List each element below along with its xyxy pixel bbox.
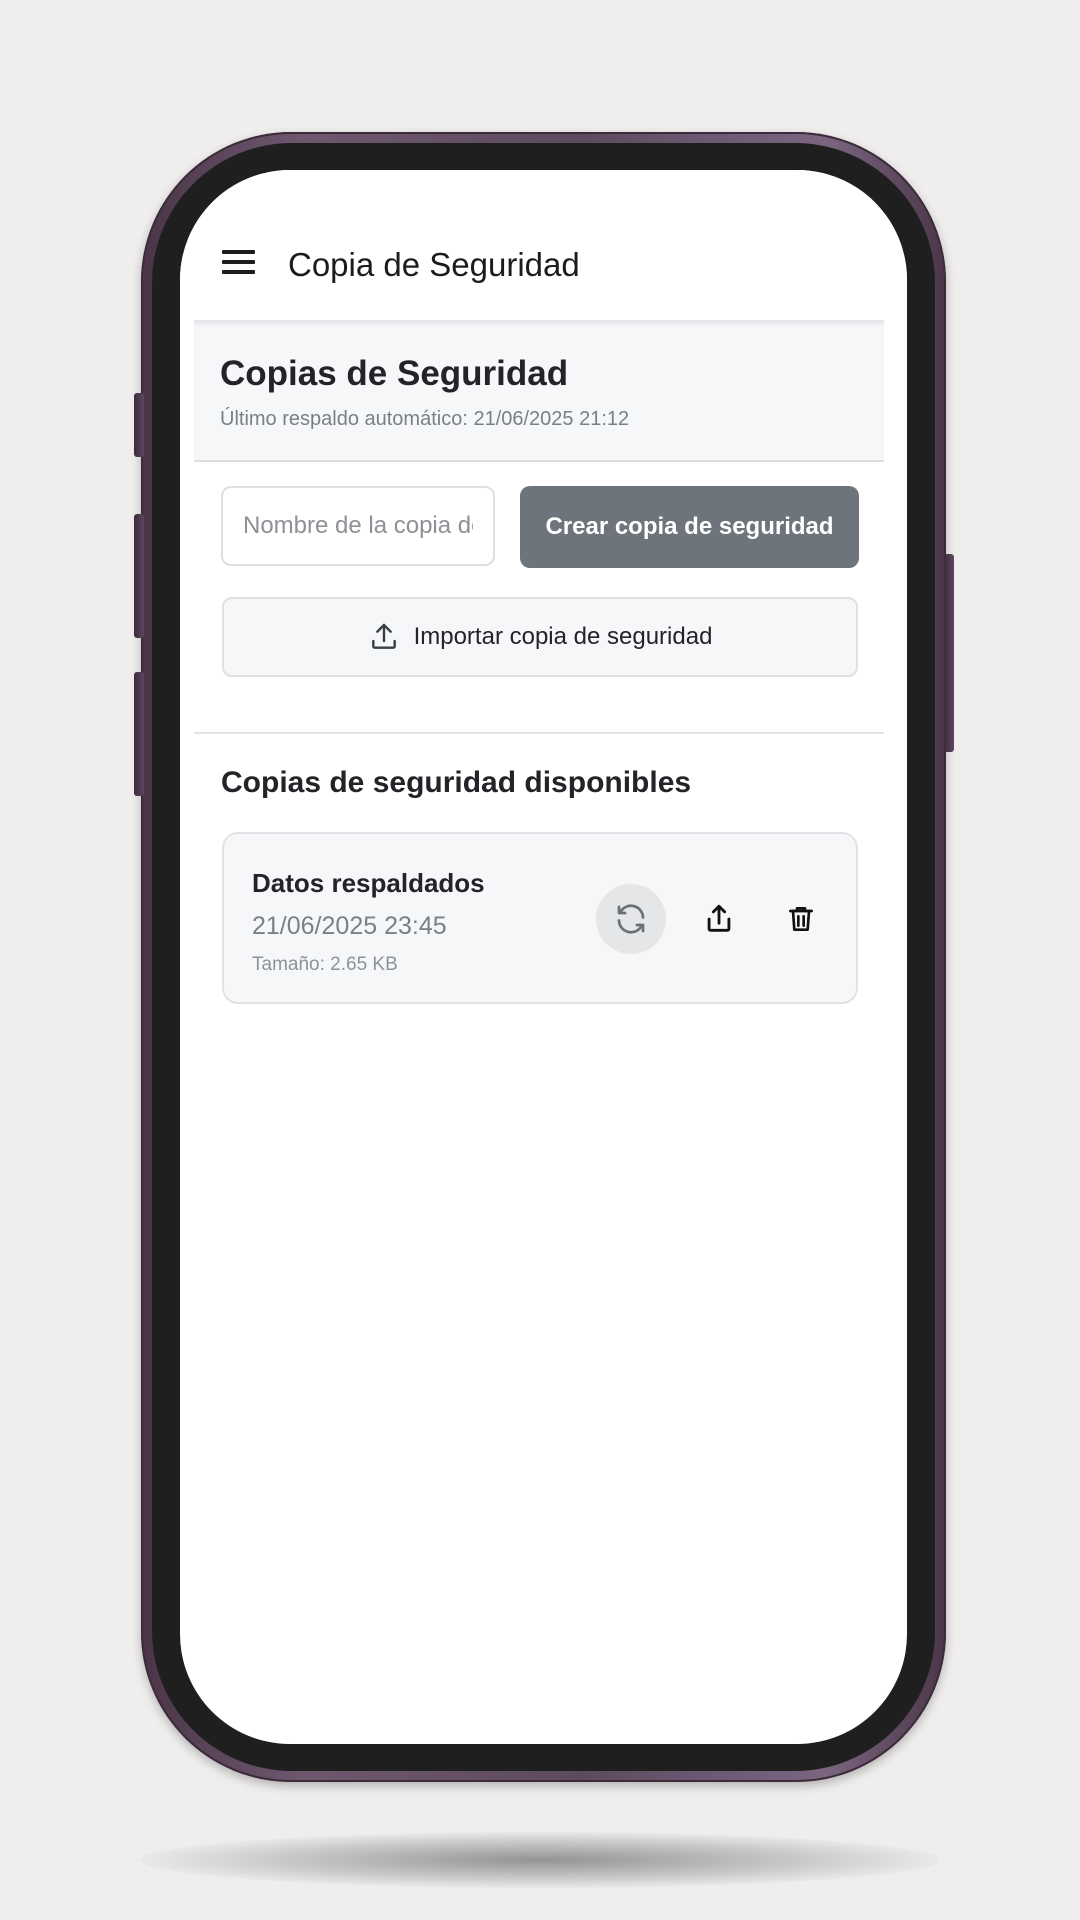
restore-backup-button[interactable] (596, 884, 666, 954)
import-backup-button[interactable]: Importar copia de seguridad (222, 597, 858, 677)
backup-card: Datos respaldados 21/06/2025 23:45 Tamañ… (222, 832, 858, 1004)
refresh-icon (617, 904, 645, 934)
phone-side-button (134, 672, 144, 796)
backup-name: Datos respaldados (252, 868, 485, 898)
phone-side-button (944, 554, 954, 752)
phone-side-button (134, 393, 144, 457)
app-title: Copia de Seguridad (288, 246, 580, 283)
backups-list-title: Copias de seguridad disponibles (221, 766, 692, 799)
backup-header: Copias de Seguridad Último respaldo auto… (194, 320, 884, 462)
share-icon (707, 904, 731, 932)
device-shadow (140, 1832, 940, 1888)
trash-icon (789, 907, 813, 931)
last-backup-text: Último respaldo automático: 21/06/2025 2… (220, 408, 630, 430)
page-title: Copias de Seguridad (220, 354, 569, 393)
backup-name-input[interactable] (221, 486, 495, 566)
share-backup-button[interactable] (684, 884, 754, 954)
section-divider (194, 732, 884, 734)
upload-icon (371, 623, 396, 649)
delete-backup-button[interactable] (766, 884, 836, 954)
import-backup-label: Importar copia de seguridad (413, 623, 713, 650)
hamburger-menu-icon[interactable] (222, 250, 255, 274)
create-backup-button[interactable]: Crear copia de seguridad (520, 486, 859, 568)
backup-date: 21/06/2025 23:45 (252, 912, 447, 940)
app-bar: Copia de Seguridad (180, 170, 907, 320)
phone-side-button (134, 514, 144, 638)
backup-size: Tamaño: 2.65 KB (252, 954, 398, 975)
phone-screen: Copia de Seguridad Copias de Seguridad Ú… (180, 170, 907, 1744)
